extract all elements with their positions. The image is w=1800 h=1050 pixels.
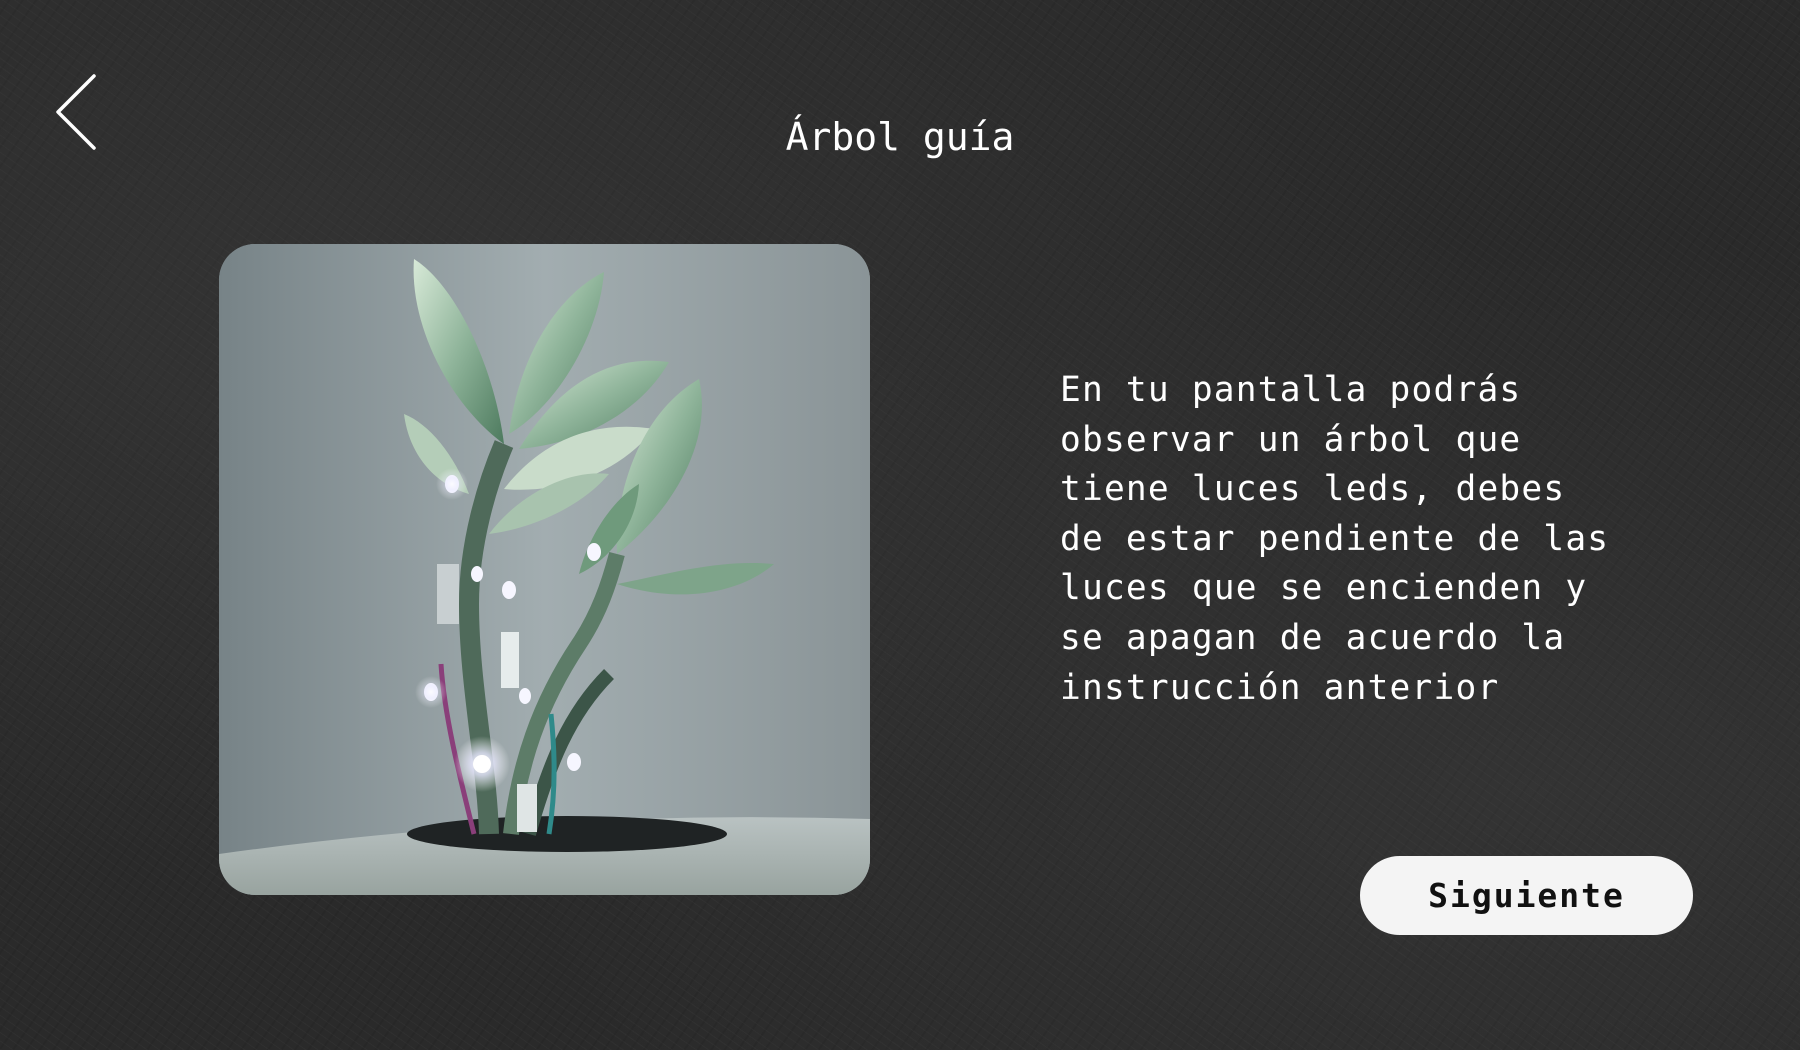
instruction-line: se apagan de acuerdo la	[1060, 617, 1566, 658]
instruction-line: En tu pantalla podrás	[1060, 370, 1522, 410]
plant-led-photo	[219, 244, 870, 895]
page-title: Árbol guía	[785, 115, 1015, 159]
instruction-line: tiene luces leds, debes	[1060, 469, 1566, 510]
instruction-text: En tu pantalla podrás observar un árbol …	[1060, 366, 1700, 713]
instruction-line: de estar pendiente de las	[1060, 518, 1610, 559]
instruction-line: instrucción anterior	[1060, 667, 1500, 708]
instruction-line: luces que se encienden y	[1060, 568, 1588, 609]
instruction-line: observar un árbol que	[1060, 419, 1522, 460]
next-button[interactable]: Siguiente	[1360, 856, 1693, 935]
